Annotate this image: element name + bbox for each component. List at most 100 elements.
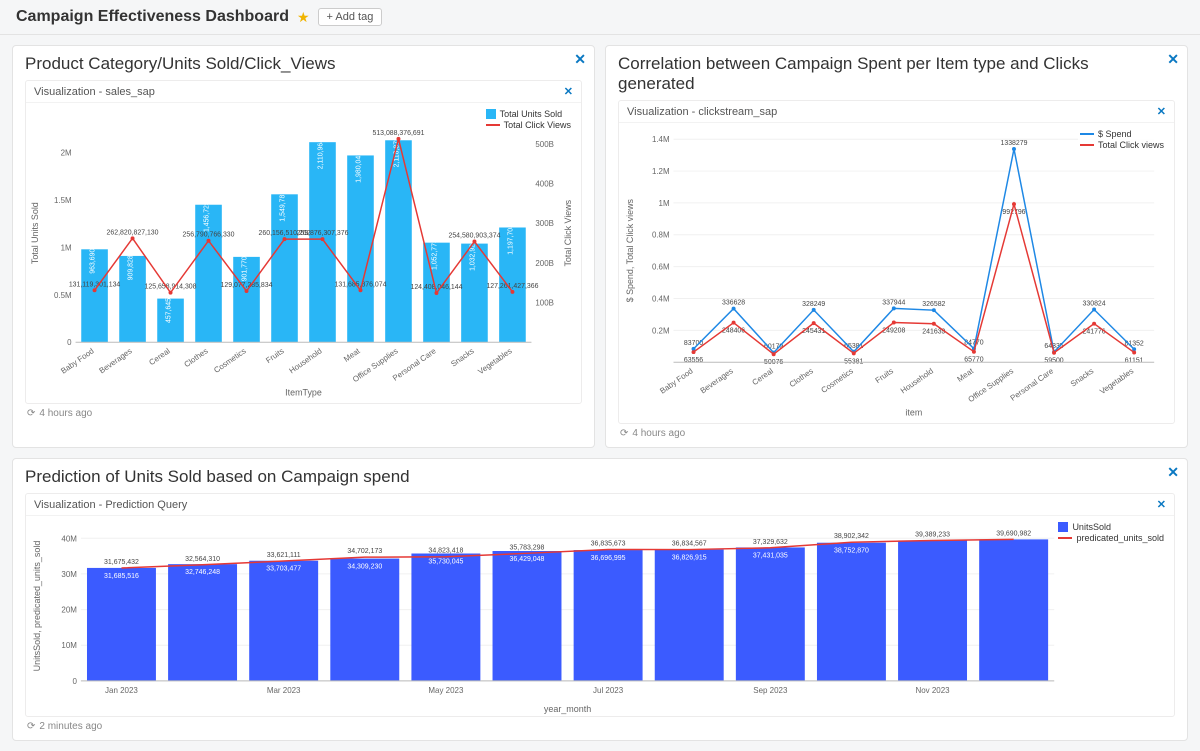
svg-text:0.4M: 0.4M [652,294,670,303]
panel-title: Correlation between Campaign Spent per I… [618,54,1175,94]
svg-text:513,088,376,691: 513,088,376,691 [372,130,424,137]
svg-text:35,783,298: 35,783,298 [510,544,545,551]
svg-text:Sep 2023: Sep 2023 [753,686,788,695]
svg-text:36,696,995: 36,696,995 [591,555,626,562]
svg-text:59500: 59500 [1044,358,1063,365]
svg-text:year_month: year_month [544,704,591,714]
svg-text:Snacks: Snacks [449,346,475,368]
svg-text:328249: 328249 [802,301,825,308]
svg-text:Cereal: Cereal [147,346,171,367]
dashboard-header: Campaign Effectiveness Dashboard ★ + Add… [0,0,1200,35]
svg-text:125,658,914,308: 125,658,914,308 [145,284,197,291]
svg-text:36,826,915: 36,826,915 [672,555,707,562]
svg-text:33,703,477: 33,703,477 [266,566,301,573]
svg-text:Personal Care: Personal Care [1009,366,1056,403]
svg-text:35,730,045: 35,730,045 [428,558,463,565]
svg-text:May 2023: May 2023 [428,686,464,695]
svg-text:127,261,427,366: 127,261,427,366 [486,283,538,290]
svg-text:1M: 1M [61,243,72,252]
svg-text:1M: 1M [659,199,670,208]
panel-prediction: ✕ Prediction of Units Sold based on Camp… [12,458,1188,741]
svg-text:Nov 2023: Nov 2023 [915,686,950,695]
viz-name: Visualization - sales_sap [34,86,155,98]
svg-text:1338279: 1338279 [1001,140,1028,147]
svg-text:901,770: 901,770 [242,256,249,281]
svg-text:Cereal: Cereal [751,366,775,387]
svg-text:1,549,789: 1,549,789 [280,191,287,222]
svg-text:10M: 10M [61,641,77,650]
svg-text:36,834,567: 36,834,567 [672,541,707,548]
svg-text:2,110,964: 2,110,964 [317,139,324,169]
svg-text:32,746,248: 32,746,248 [185,569,220,576]
viz-name: Visualization - Prediction Query [34,499,187,511]
svg-text:Jan 2023: Jan 2023 [105,686,138,695]
close-icon[interactable]: ✕ [1167,465,1179,479]
chart-clickstream-sap[interactable]: 0.2M0.4M0.6M0.8M1M1.2M1.4M83700336628601… [619,123,1174,423]
svg-text:1.4M: 1.4M [652,135,670,144]
chart-legend: Total Units Sold Total Click Views [484,107,573,133]
svg-text:36,429,048: 36,429,048 [510,556,545,563]
svg-text:30M: 30M [61,570,77,579]
svg-text:992796: 992796 [1002,209,1025,216]
svg-text:Beverages: Beverages [699,366,735,395]
panel-timestamp: ⟳ 2 minutes ago [25,717,1175,736]
svg-text:Beverages: Beverages [98,346,134,375]
close-icon[interactable]: ✕ [1167,52,1179,66]
svg-text:Fruits: Fruits [264,346,285,365]
svg-text:0.2M: 0.2M [652,326,670,335]
svg-text:1,052,773: 1,052,773 [431,239,438,270]
viz-name: Visualization - clickstream_sap [627,106,777,118]
panel-timestamp: ⟳ 4 hours ago [618,424,1175,443]
svg-text:256,790,766,330: 256,790,766,330 [183,232,235,239]
svg-text:38,752,870: 38,752,870 [834,548,869,555]
svg-text:1.5M: 1.5M [54,196,72,205]
panel-title: Product Category/Units Sold/Click_Views [25,54,582,74]
svg-text:34,823,418: 34,823,418 [428,548,463,555]
panel-title: Prediction of Units Sold based on Campai… [25,467,1175,487]
svg-text:131,119,301,134: 131,119,301,134 [69,281,121,288]
svg-text:Total Units Sold: Total Units Sold [30,202,40,264]
svg-text:Household: Household [899,366,935,395]
svg-text:Household: Household [288,346,324,375]
svg-text:330824: 330824 [1083,301,1106,308]
close-icon[interactable]: ✕ [564,85,573,98]
chart-legend: UnitsSold predicated_units_sold [1056,520,1166,546]
svg-text:0: 0 [72,677,77,686]
svg-text:1,456,725: 1,456,725 [204,201,211,232]
svg-text:ItemType: ItemType [285,388,322,398]
svg-text:33,621,111: 33,621,111 [267,552,301,559]
svg-text:Vegetables: Vegetables [1098,366,1135,396]
svg-text:20M: 20M [61,606,77,615]
favorite-star-icon[interactable]: ★ [297,9,310,26]
svg-text:326582: 326582 [922,301,945,308]
svg-text:38,902,342: 38,902,342 [834,533,869,540]
svg-text:0.6M: 0.6M [652,263,670,272]
svg-text:300B: 300B [535,219,553,228]
add-tag-button[interactable]: + Add tag [318,8,383,26]
svg-text:31,685,516: 31,685,516 [104,573,139,580]
close-icon[interactable]: ✕ [1157,105,1166,118]
svg-text:34,309,230: 34,309,230 [347,564,382,571]
svg-text:1.2M: 1.2M [652,167,670,176]
svg-text:337944: 337944 [882,299,905,306]
visualization-card: Visualization - clickstream_sap ✕ $ Spen… [618,100,1175,424]
close-icon[interactable]: ✕ [1157,498,1166,511]
svg-text:61151: 61151 [1125,357,1144,364]
svg-text:124,408,046,144: 124,408,046,144 [410,284,462,291]
svg-text:Meat: Meat [956,366,976,384]
svg-text:Clothes: Clothes [788,366,815,389]
visualization-card: Visualization - Prediction Query ✕ Units… [25,493,1175,717]
svg-text:32,564,310: 32,564,310 [185,556,220,563]
svg-text:Fruits: Fruits [874,366,895,385]
svg-text:909,828: 909,828 [128,255,135,280]
chart-sales-sap[interactable]: 00.5M1M1.5M2M100B200B300B400B500B963,690… [26,103,581,403]
close-icon[interactable]: ✕ [574,52,586,66]
svg-text:$ Spend, Total Click views: $ Spend, Total Click views [625,199,635,303]
svg-text:36,835,673: 36,835,673 [591,541,626,548]
svg-text:39,690,982: 39,690,982 [996,530,1031,537]
svg-text:336628: 336628 [722,300,745,307]
svg-text:Cosmetics: Cosmetics [820,366,855,395]
chart-prediction-query[interactable]: 010M20M30M40M31,685,51632,746,24833,703,… [26,516,1174,716]
svg-text:500B: 500B [535,140,553,149]
svg-text:1,197,704: 1,197,704 [507,224,514,255]
